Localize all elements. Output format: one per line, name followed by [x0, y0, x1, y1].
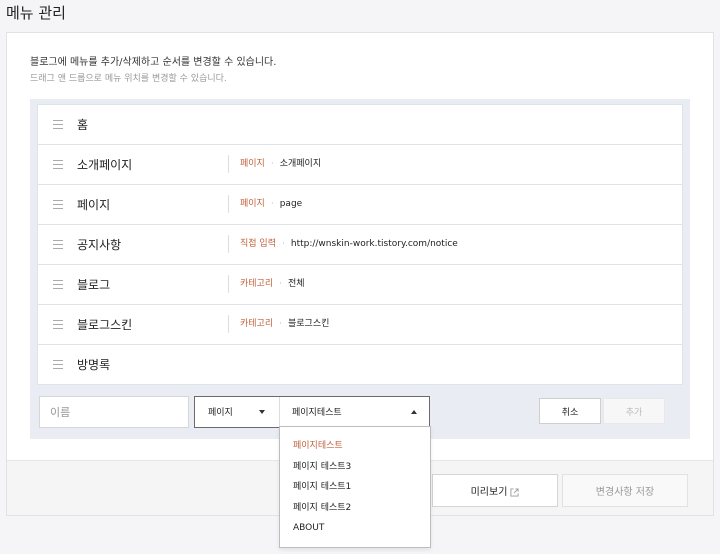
- menu-editor-panel: 홈 소개페이지 페이지 · 소개페이지 페이지 페이지 · page 공지사항: [30, 99, 690, 439]
- drag-handle-icon[interactable]: [53, 360, 63, 369]
- menu-list: 홈 소개페이지 페이지 · 소개페이지 페이지 페이지 · page 공지사항: [37, 104, 683, 387]
- chevron-down-icon: [259, 410, 265, 414]
- dropdown-option[interactable]: 페이지테스트: [280, 436, 430, 457]
- menu-item-link-info: 카테고리 · 블로그스킨: [228, 315, 329, 333]
- menu-item-target: http://wnskin-work.tistory.com/notice: [290, 239, 458, 249]
- separator-dot: ·: [281, 239, 285, 249]
- separator-dot: ·: [279, 319, 282, 329]
- link-target-dropdown[interactable]: 페이지테스트: [279, 397, 429, 427]
- menu-item-link-info: 페이지 · 소개페이지: [228, 155, 321, 173]
- drag-handle-icon[interactable]: [53, 320, 63, 329]
- menu-item-type: 카테고리: [240, 319, 274, 329]
- menu-item-page[interactable]: 페이지 페이지 · page: [37, 184, 683, 224]
- menu-item-guestbook[interactable]: 방명록: [37, 344, 683, 385]
- menu-item-link-info: 페이지 · page: [228, 195, 302, 213]
- menu-item-blog[interactable]: 블로그 카테고리 · 전체: [37, 264, 683, 304]
- menu-item-name: 소개페이지: [77, 158, 133, 172]
- menu-item-type: 페이지: [240, 199, 265, 209]
- menu-item-type: 직접 입력: [240, 239, 276, 249]
- link-target-value: 페이지테스트: [292, 408, 342, 418]
- menu-item-name: 공지사항: [77, 238, 122, 252]
- dropdown-option[interactable]: 페이지 테스트1: [280, 477, 430, 498]
- menu-item-name: 블로그: [77, 278, 111, 292]
- preview-button[interactable]: 미리보기: [432, 474, 558, 507]
- menu-item-blog-skin[interactable]: 블로그스킨 카테고리 · 블로그스킨: [37, 304, 683, 344]
- description-hint: 드래그 앤 드롭으로 메뉴 위치를 변경할 수 있습니다.: [30, 74, 227, 84]
- menu-item-target: 소개페이지: [279, 159, 322, 169]
- dropdown-option[interactable]: 페이지 테스트3: [280, 457, 430, 478]
- drag-handle-icon[interactable]: [53, 240, 63, 249]
- menu-item-name: 블로그스킨: [77, 318, 133, 332]
- menu-item-name: 방명록: [77, 358, 111, 372]
- drag-handle-icon[interactable]: [53, 200, 63, 209]
- menu-item-target: 전체: [288, 279, 305, 289]
- chevron-up-icon: [411, 410, 417, 414]
- menu-item-type: 페이지: [240, 159, 265, 169]
- dropdown-option[interactable]: 페이지 테스트2: [280, 498, 430, 519]
- menu-item-notice[interactable]: 공지사항 직접 입력 · http://wnskin-work.tistory.co…: [37, 224, 683, 264]
- add-button[interactable]: 추가: [603, 398, 665, 424]
- separator-dot: ·: [279, 279, 282, 289]
- menu-item-intro-page[interactable]: 소개페이지 페이지 · 소개페이지: [37, 144, 683, 184]
- menu-item-name: 페이지: [77, 198, 111, 212]
- menu-name-input[interactable]: [39, 396, 189, 428]
- save-changes-button[interactable]: 변경사항 저장: [562, 474, 688, 507]
- description-text: 블로그에 메뉴를 추가/삭제하고 순서를 변경할 수 있습니다.: [30, 57, 277, 68]
- external-link-icon: [510, 487, 519, 497]
- menu-type-select: 페이지 페이지테스트: [194, 396, 430, 428]
- link-target-dropdown-menu: 페이지테스트 페이지 테스트3 페이지 테스트1 페이지 테스트2 ABOUT: [279, 426, 431, 548]
- menu-item-type: 카테고리: [240, 279, 274, 289]
- menu-item-target: 블로그스킨: [288, 319, 330, 329]
- link-type-value: 페이지: [208, 408, 233, 418]
- menu-item-name: 홈: [77, 118, 89, 132]
- drag-handle-icon[interactable]: [53, 120, 63, 129]
- separator-dot: ·: [270, 199, 274, 209]
- menu-item-home[interactable]: 홈: [37, 104, 683, 144]
- cancel-button[interactable]: 취소: [539, 398, 601, 424]
- preview-label: 미리보기: [470, 487, 508, 498]
- drag-handle-icon[interactable]: [53, 160, 63, 169]
- separator-dot: ·: [270, 159, 274, 169]
- drag-handle-icon[interactable]: [53, 280, 63, 289]
- menu-item-link-info: 직접 입력 · http://wnskin-work.tistory.com/not…: [228, 235, 458, 253]
- dropdown-option[interactable]: ABOUT: [280, 518, 430, 539]
- link-type-dropdown[interactable]: 페이지: [195, 397, 280, 427]
- menu-item-link-info: 카테고리 · 전체: [228, 275, 305, 293]
- page-title: 메뉴 관리: [6, 4, 66, 22]
- menu-item-target: page: [279, 199, 303, 209]
